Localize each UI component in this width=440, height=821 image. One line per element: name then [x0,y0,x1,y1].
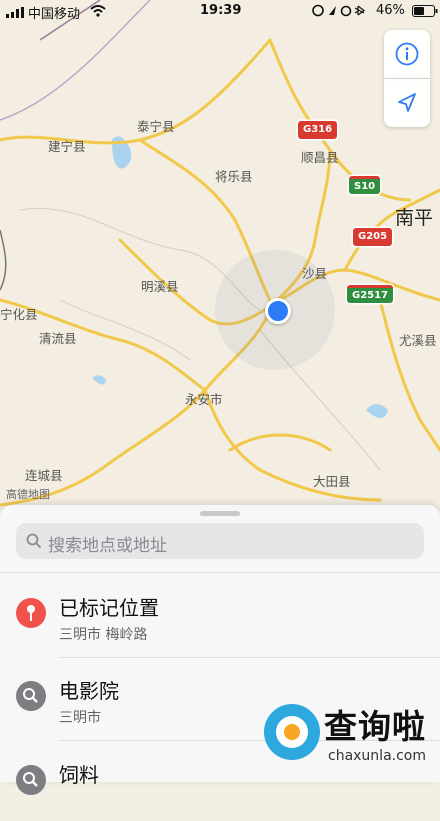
search-icon [26,533,42,549]
pin-icon [16,598,46,628]
status-bar: 中国移动 19:39 46% [0,0,440,22]
section-divider [0,572,440,573]
info-icon [395,42,419,66]
place-label: 建宁县 [48,139,86,154]
locate-me-button[interactable] [384,79,430,127]
map-attribution: 高德地图 [6,488,50,501]
highway-shield: G2517 [347,285,394,303]
place-label: 大田县 [313,474,351,489]
search-icon [16,765,46,795]
search-icon [16,681,46,711]
place-label: 沙县 [302,266,328,281]
place-label: 尤溪县 [399,333,437,348]
result-title: 已标记位置 [59,596,159,620]
place-label: 明溪县 [141,279,179,294]
result-title: 饲料 [59,763,99,787]
watermark-brand: 查询啦 [324,707,426,746]
place-label: 泰宁县 [137,119,175,134]
sheet-grabber[interactable] [200,511,240,516]
row-divider [59,657,440,658]
map-view[interactable]: 泰宁县 建宁县 将乐县 顺昌县 南平 明溪县 沙县 宁化县 清流县 尤溪县 永安… [0,0,440,520]
place-label: 连城县 [25,468,63,483]
result-title: 电影院 [59,679,119,703]
battery-percent: 46% [376,3,405,18]
place-label: 顺昌县 [301,150,339,165]
place-label: 宁化县 [0,307,38,322]
watermark-url: chaxunla.com [328,748,426,764]
highway-shield: G316 [298,121,338,139]
map-info-button[interactable] [384,30,430,79]
highway-shield: G205 [353,228,393,246]
result-subtitle: 三明市 梅岭路 [59,627,148,643]
location-arrow-icon [398,93,416,112]
current-location-dot [265,298,291,324]
signal-icon [6,7,24,22]
city-label: 南平 [395,207,434,229]
clock: 19:39 [200,3,242,18]
status-icons [312,4,370,21]
search-input[interactable]: 搜索地点或地址 [16,523,424,559]
wifi-icon [90,5,106,21]
result-subtitle: 三明市 [59,710,101,726]
search-placeholder: 搜索地点或地址 [48,536,167,556]
highway-shield: S10 [349,176,381,194]
battery-icon [412,5,438,21]
place-label: 将乐县 [215,169,253,184]
watermark-logo: 查询啦 chaxunla.com [258,690,440,782]
carrier-label: 中国移动 [28,7,81,22]
map-roads [0,0,440,507]
result-item-marked-location[interactable]: 已标记位置 三明市 梅岭路 [0,582,440,654]
watermark-icon [264,704,320,760]
place-label: 永安市 [185,392,223,407]
place-label: 清流县 [39,331,77,346]
